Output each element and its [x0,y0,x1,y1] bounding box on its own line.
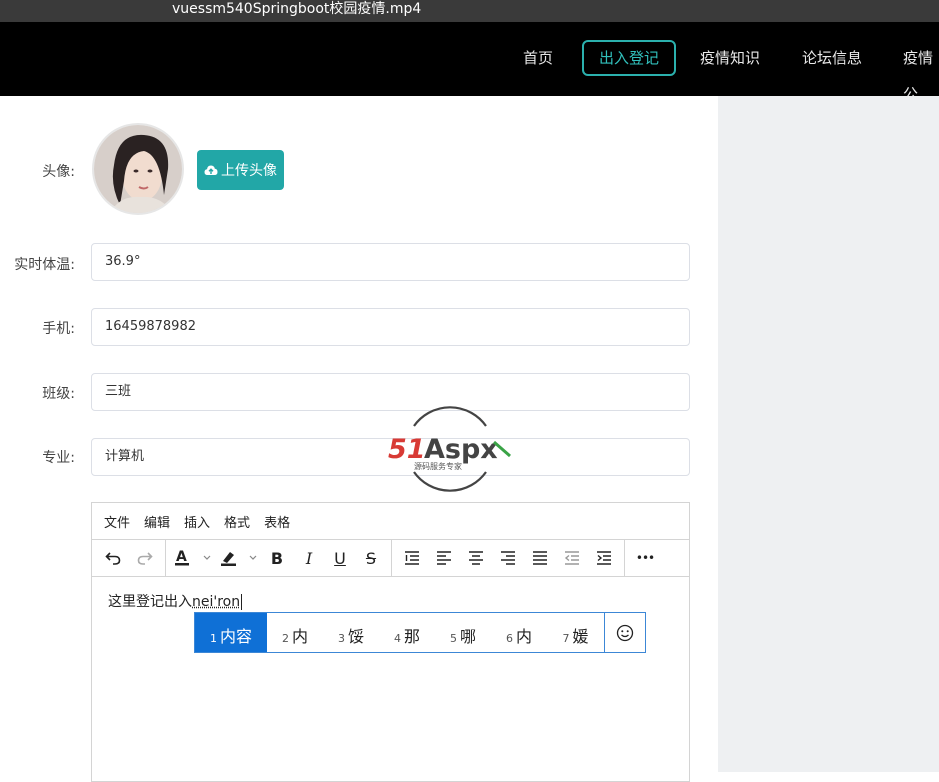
nav-item-epidemic-notice[interactable]: 疫情公 [903,40,939,103]
nav-item-forum[interactable]: 论坛信息 [802,40,862,76]
right-side-panel [718,96,939,772]
temperature-label: 实时体温: [14,257,75,273]
outdent-icon[interactable] [559,540,585,576]
editor-content[interactable]: 这里登记出入nei'ron [108,591,243,611]
avatar-image [94,125,182,213]
upload-avatar-label: 上传头像 [221,163,277,179]
italic-icon[interactable]: I [296,540,322,576]
major-label: 专业: [42,450,75,466]
watermark-logo-image: 51 Aspx 源码服务专家 [388,406,511,492]
phone-input[interactable]: 16459878982 [91,308,690,346]
svg-text:源码服务专家: 源码服务专家 [414,461,462,471]
toolbar-separator [624,540,625,576]
toolbar-separator [165,540,166,576]
top-navbar: 首页 出入登记 疫情知识 论坛信息 疫情公 [0,22,939,103]
ime-candidate[interactable]: 7媛 [547,613,604,652]
menu-format[interactable]: 格式 [224,512,250,531]
menu-insert[interactable]: 插入 [184,512,210,531]
align-left-icon[interactable] [431,540,457,576]
window-title-bar: vuessm540Springboot校园疫情.mp4 [0,0,939,22]
watermark-logo: 51 Aspx 源码服务专家 [388,404,513,494]
phone-label: 手机: [42,321,75,337]
nav-item-entry-registration[interactable]: 出入登记 [582,40,677,76]
ime-candidate-window: 1 内容 2内 3馁 4那 5哪 6内 7媛 [194,612,646,653]
svg-text:Aspx: Aspx [424,434,498,465]
menu-file[interactable]: 文件 [104,512,130,531]
window-title: vuessm540Springboot校园疫情.mp4 [172,1,422,17]
avatar [92,123,184,215]
editor-toolbar: A B I U S ••• [92,540,689,577]
undo-icon[interactable] [100,540,126,576]
redo-icon[interactable] [132,540,158,576]
class-label: 班级: [42,386,75,402]
bold-icon[interactable]: B [264,540,290,576]
align-right-icon[interactable] [495,540,521,576]
svg-text:51: 51 [388,434,426,465]
cloud-upload-icon [204,165,218,175]
temperature-input[interactable]: 36.9° [91,243,690,281]
text-color-icon[interactable]: A [172,540,212,576]
ime-candidate[interactable]: 4那 [379,613,435,652]
ime-candidate[interactable]: 3馁 [323,613,379,652]
indent-icon[interactable] [591,540,617,576]
ime-candidate[interactable]: 1 内容 [195,613,267,652]
ime-candidate[interactable]: 5哪 [435,613,491,652]
line-height-icon[interactable] [399,540,425,576]
underline-icon[interactable]: U [327,540,353,576]
toolbar-separator [391,540,392,576]
editor-menubar: 文件 编辑 插入 格式 表格 [92,503,689,540]
align-center-icon[interactable] [463,540,489,576]
nav-item-home[interactable]: 首页 [523,40,553,76]
avatar-label: 头像: [42,164,75,180]
svg-text:A: A [176,549,187,565]
menu-table[interactable]: 表格 [264,512,290,531]
ime-candidate[interactable]: 2内 [267,613,323,652]
align-justify-icon[interactable] [527,540,553,576]
menu-edit[interactable]: 编辑 [144,512,170,531]
nav-item-epidemic-knowledge[interactable]: 疫情知识 [700,40,760,76]
highlight-icon[interactable] [217,540,259,576]
strikethrough-icon[interactable]: S [358,540,384,576]
upload-avatar-button[interactable]: 上传头像 [197,150,284,190]
text-cursor [241,594,243,610]
editor-content-text: 这里登记出入 [108,594,192,610]
ime-composition-text: nei'ron [192,594,241,610]
emoji-icon[interactable] [604,613,645,652]
ime-candidate[interactable]: 6内 [491,613,547,652]
more-icon[interactable]: ••• [630,540,660,576]
